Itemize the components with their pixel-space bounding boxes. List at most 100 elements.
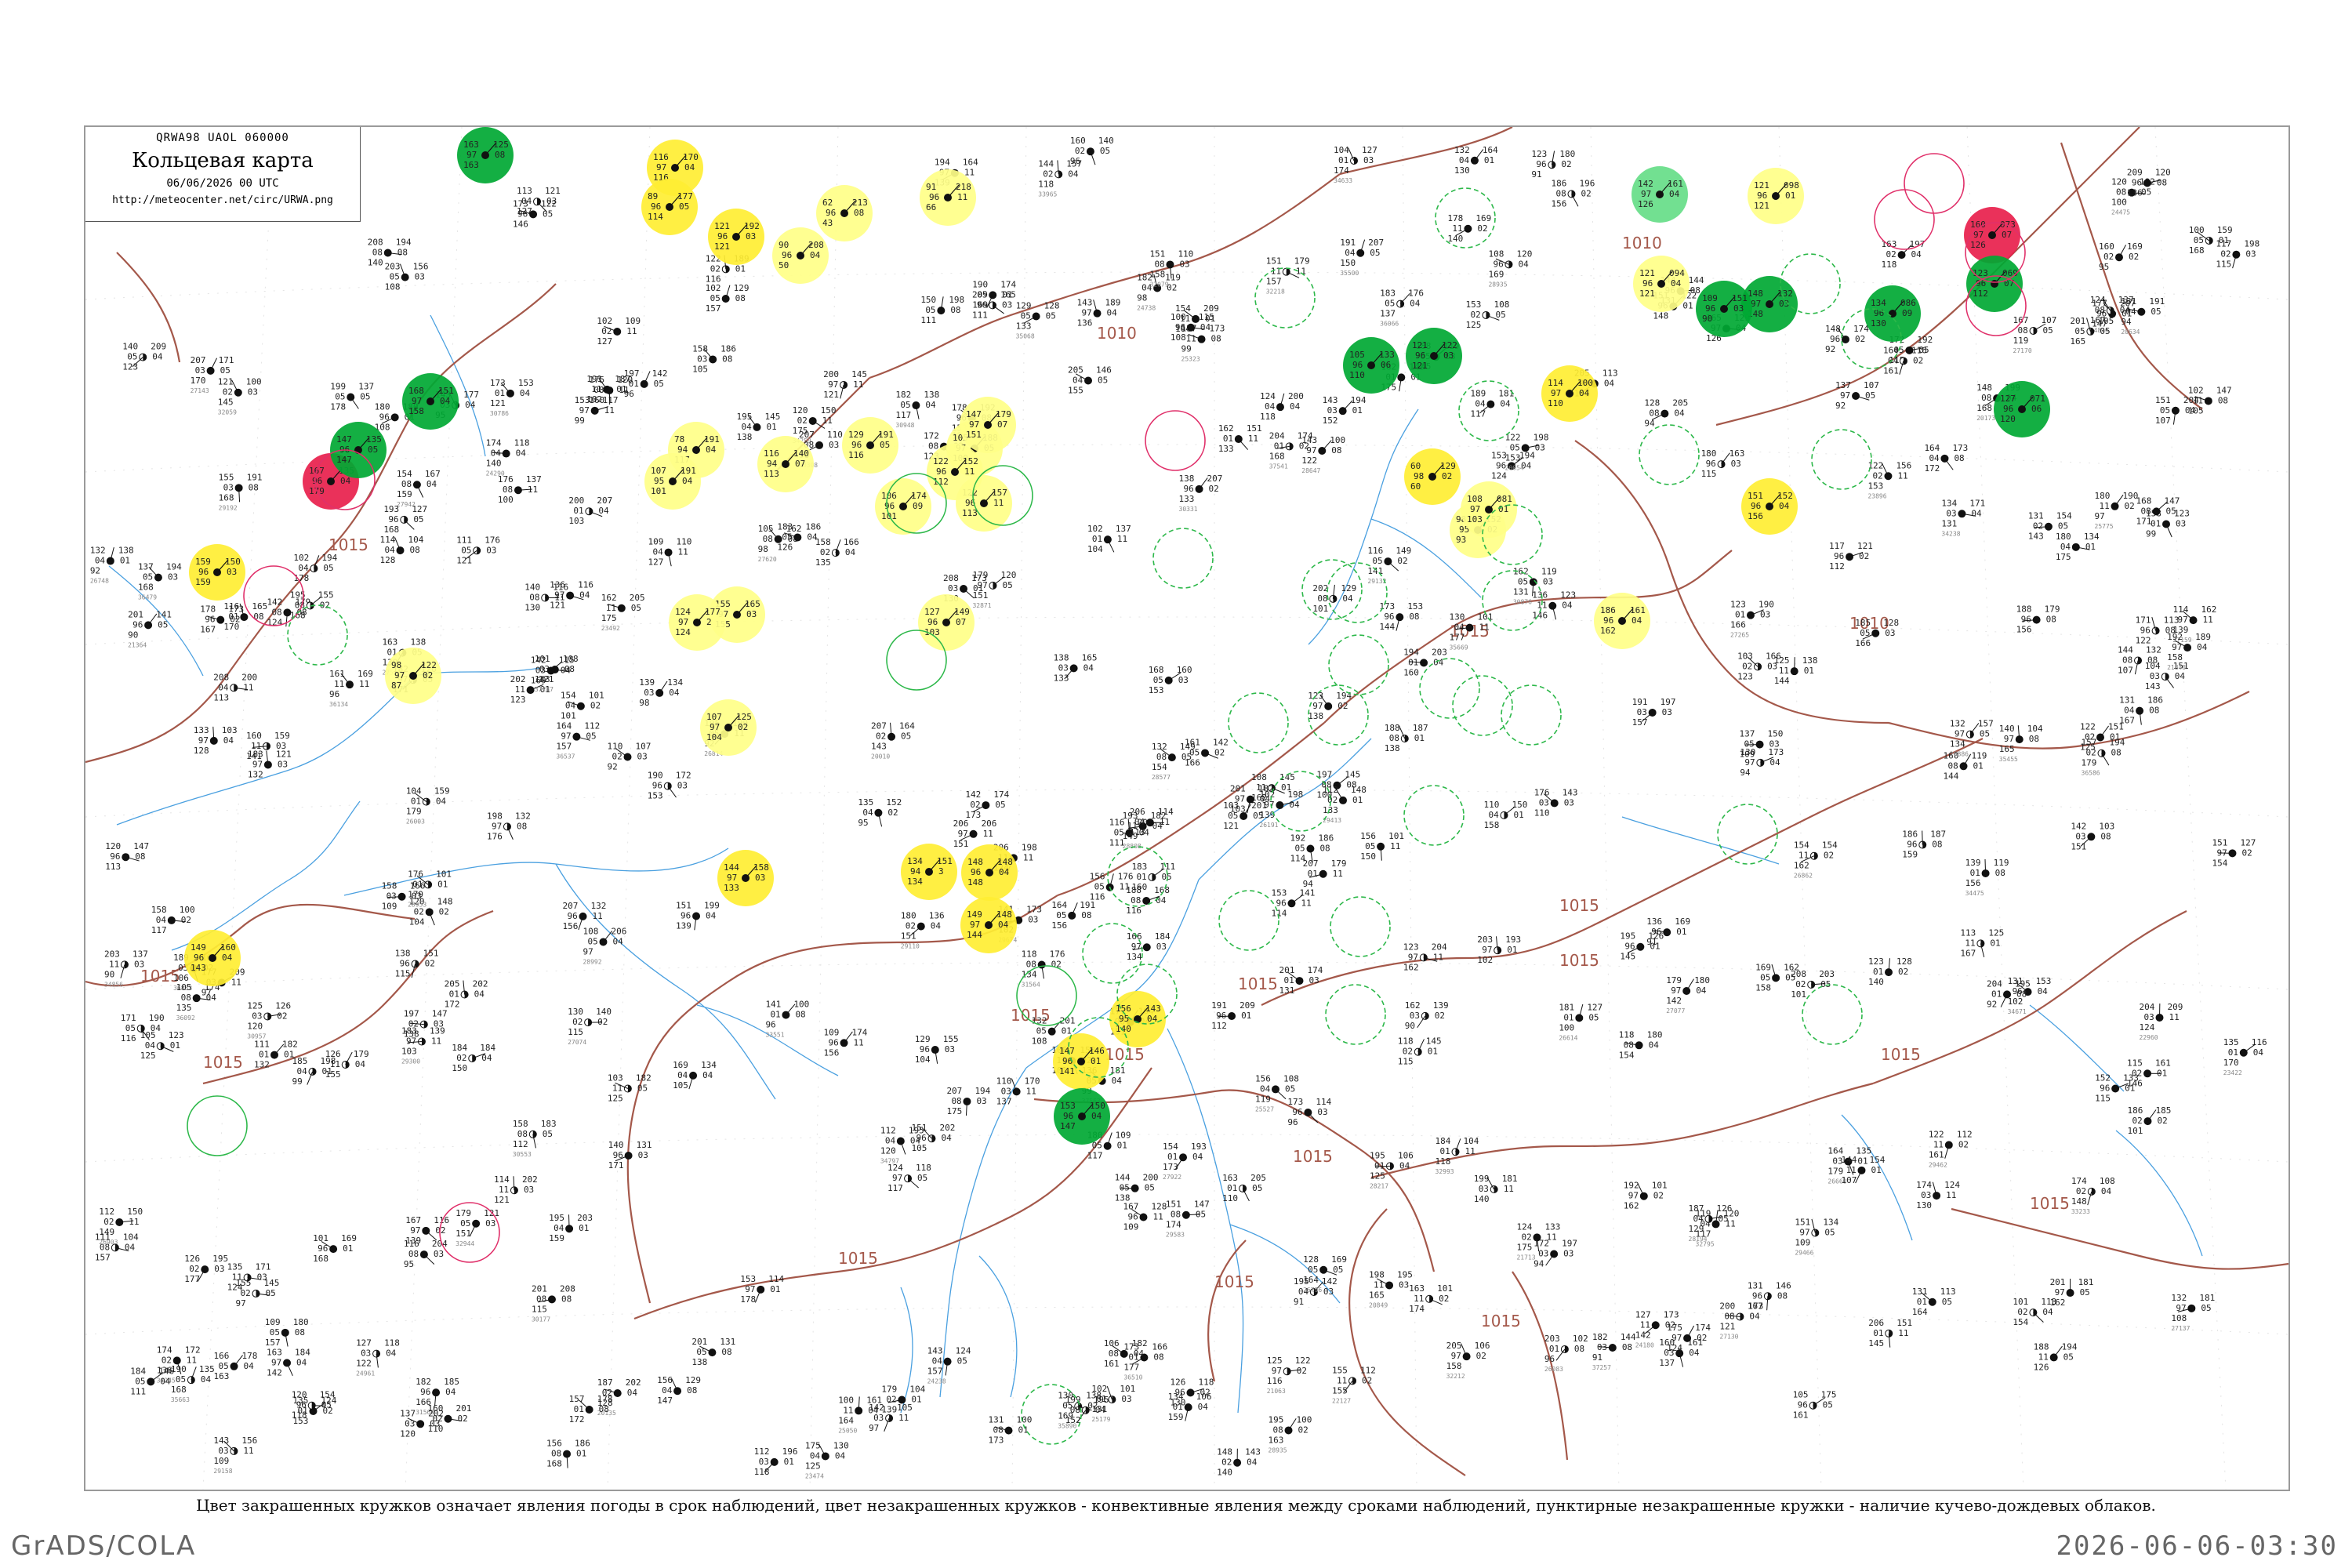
svg-text:05: 05 bbox=[1002, 580, 1012, 590]
svg-text:158: 158 bbox=[2167, 652, 2183, 662]
svg-text:104: 104 bbox=[408, 535, 424, 545]
station-plot: 121021451000332059 bbox=[218, 377, 262, 416]
svg-text:04: 04 bbox=[1454, 622, 1465, 633]
svg-text:04: 04 bbox=[1579, 388, 1590, 398]
station-plot: 184011181041132993 bbox=[1436, 1136, 1479, 1175]
svg-text:05: 05 bbox=[696, 1347, 706, 1357]
svg-text:189: 189 bbox=[1470, 389, 1486, 399]
svg-text:100: 100 bbox=[1330, 435, 1345, 445]
svg-text:07: 07 bbox=[956, 617, 966, 627]
svg-text:213: 213 bbox=[852, 198, 868, 208]
svg-text:08: 08 bbox=[408, 1249, 419, 1259]
svg-text:161: 161 bbox=[1185, 737, 1200, 747]
svg-text:193: 193 bbox=[1505, 935, 1521, 945]
svg-text:181: 181 bbox=[1502, 1174, 1518, 1184]
svg-text:118: 118 bbox=[1436, 1156, 1451, 1167]
station-plot: 1110815710404 bbox=[95, 1232, 139, 1262]
svg-text:08: 08 bbox=[1319, 844, 1330, 854]
svg-text:202: 202 bbox=[1312, 583, 1328, 593]
svg-text:207: 207 bbox=[597, 495, 612, 506]
svg-text:02: 02 bbox=[797, 416, 808, 426]
svg-text:03: 03 bbox=[2245, 249, 2256, 260]
svg-text:140: 140 bbox=[793, 448, 809, 459]
svg-text:103: 103 bbox=[1230, 804, 1246, 815]
svg-text:02: 02 bbox=[738, 722, 748, 732]
svg-text:132: 132 bbox=[1950, 719, 1965, 729]
svg-text:125: 125 bbox=[493, 140, 509, 150]
station-plot: 1090412711011 bbox=[648, 537, 692, 568]
svg-text:09: 09 bbox=[913, 501, 923, 511]
svg-text:162: 162 bbox=[601, 593, 617, 603]
station-plot: 1560414712908 bbox=[657, 1375, 701, 1406]
svg-text:126: 126 bbox=[275, 1000, 291, 1011]
svg-text:97: 97 bbox=[579, 405, 590, 416]
convective-outline-circle bbox=[1717, 804, 1778, 865]
convective-outline-circle bbox=[187, 1095, 248, 1156]
svg-text:203: 203 bbox=[385, 262, 401, 272]
svg-text:180: 180 bbox=[2095, 491, 2111, 501]
svg-text:11: 11 bbox=[1337, 1375, 1347, 1385]
svg-text:103: 103 bbox=[2099, 821, 2114, 831]
svg-text:153: 153 bbox=[648, 791, 663, 801]
svg-text:01: 01 bbox=[1857, 1156, 1867, 1167]
svg-text:156: 156 bbox=[1965, 878, 1981, 888]
svg-text:2: 2 bbox=[706, 617, 712, 627]
svg-text:04: 04 bbox=[1290, 401, 1301, 412]
svg-text:192: 192 bbox=[1917, 335, 1933, 345]
svg-text:158: 158 bbox=[815, 537, 831, 547]
svg-text:04: 04 bbox=[386, 1348, 397, 1359]
svg-text:08: 08 bbox=[295, 1327, 305, 1338]
svg-text:97: 97 bbox=[2004, 734, 2014, 744]
svg-text:96: 96 bbox=[1907, 840, 1917, 850]
svg-text:161: 161 bbox=[1630, 605, 1646, 615]
svg-text:91: 91 bbox=[1592, 1352, 1602, 1363]
svg-text:193: 193 bbox=[1191, 1142, 1207, 1152]
svg-text:02: 02 bbox=[181, 915, 191, 925]
svg-text:112: 112 bbox=[99, 1207, 114, 1217]
svg-text:186: 186 bbox=[2127, 1105, 2143, 1116]
svg-text:125: 125 bbox=[1988, 927, 2004, 938]
station-plot: 174021481080433233 bbox=[2071, 1176, 2115, 1215]
svg-text:96: 96 bbox=[765, 1020, 775, 1030]
svg-text:11: 11 bbox=[187, 1355, 197, 1365]
svg-text:156: 156 bbox=[2016, 625, 2032, 635]
svg-text:177: 177 bbox=[1123, 1362, 1139, 1372]
svg-text:121: 121 bbox=[714, 241, 730, 252]
svg-text:117: 117 bbox=[2216, 239, 2231, 249]
svg-text:01: 01 bbox=[259, 1050, 269, 1060]
svg-text:180: 180 bbox=[901, 911, 916, 921]
svg-text:108: 108 bbox=[583, 926, 598, 936]
svg-text:97: 97 bbox=[1272, 1366, 1282, 1376]
highlighted-station: 1429712616104 bbox=[1632, 166, 1688, 223]
station-plot: 1339712810304 bbox=[194, 725, 238, 756]
svg-text:104: 104 bbox=[915, 1054, 931, 1065]
svg-text:01: 01 bbox=[2151, 518, 2161, 528]
svg-text:05: 05 bbox=[2043, 325, 2053, 336]
svg-text:152: 152 bbox=[886, 797, 902, 808]
svg-text:05: 05 bbox=[321, 1400, 332, 1410]
svg-text:03: 03 bbox=[227, 567, 237, 577]
svg-text:02: 02 bbox=[1435, 1011, 1445, 1021]
station-plot: 1420217317405 bbox=[965, 789, 1009, 820]
station-plot: 1610516614202 bbox=[1185, 737, 1229, 768]
svg-text:152: 152 bbox=[2095, 1073, 2111, 1083]
svg-text:197: 197 bbox=[1562, 1238, 1577, 1248]
svg-text:04: 04 bbox=[474, 989, 485, 1000]
svg-text:05: 05 bbox=[335, 391, 345, 401]
svg-text:96: 96 bbox=[1292, 1107, 1302, 1117]
svg-text:05: 05 bbox=[1252, 1183, 1262, 1193]
svg-text:124: 124 bbox=[1944, 1180, 1960, 1190]
svg-text:174: 174 bbox=[1695, 1323, 1711, 1333]
svg-text:01: 01 bbox=[2085, 542, 2096, 552]
svg-text:20173: 20173 bbox=[1976, 415, 1995, 422]
svg-text:204: 204 bbox=[1987, 978, 2002, 989]
svg-text:91: 91 bbox=[1531, 169, 1541, 180]
svg-text:02: 02 bbox=[1442, 471, 1452, 481]
svg-text:140: 140 bbox=[524, 582, 540, 592]
svg-text:01: 01 bbox=[1563, 1012, 1573, 1022]
svg-text:05: 05 bbox=[679, 201, 689, 212]
svg-text:05: 05 bbox=[654, 379, 664, 389]
svg-text:118: 118 bbox=[1398, 1036, 1414, 1047]
svg-text:05: 05 bbox=[460, 1218, 470, 1229]
svg-text:97: 97 bbox=[236, 1298, 246, 1308]
